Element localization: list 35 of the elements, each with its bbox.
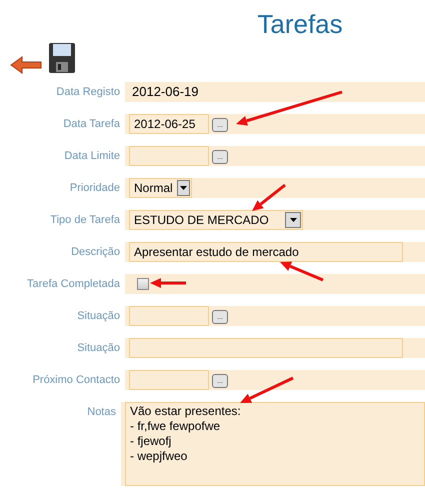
field-label: Prioridade bbox=[68, 181, 121, 196]
field-value: 2012-06-19 bbox=[131, 83, 200, 101]
caret-icon bbox=[290, 218, 296, 222]
field-label: Situação bbox=[76, 341, 121, 356]
date-field[interactable]: 2012-06-25 bbox=[129, 114, 209, 134]
field-label: Data Tarefa bbox=[62, 117, 121, 132]
dropdown-button[interactable] bbox=[176, 180, 190, 196]
select-field[interactable]: Normal bbox=[129, 178, 192, 198]
select-value: Normal bbox=[134, 180, 173, 197]
select-value: ESTUDO DE MERCADO bbox=[134, 212, 269, 229]
annotation-arrow bbox=[280, 262, 324, 282]
field-label: Próximo Contacto bbox=[32, 373, 121, 388]
field-label: Data Registo bbox=[55, 85, 121, 100]
text-field[interactable]: Apresentar estudo de mercado bbox=[129, 242, 403, 262]
page-title: Tarefas bbox=[257, 8, 343, 40]
dropdown-button[interactable] bbox=[285, 212, 301, 228]
annotation-arrow bbox=[240, 376, 294, 403]
notes-field[interactable]: Vão estar presentes: - fr,fwe fewpofwe - fjewofj - wepjfweo bbox=[125, 402, 425, 486]
field-label: Notas bbox=[86, 405, 117, 420]
field-label: Tipo de Tarefa bbox=[49, 213, 121, 228]
back-arrow-icon[interactable] bbox=[10, 56, 42, 74]
save-icon[interactable] bbox=[48, 42, 76, 74]
select-field[interactable]: ESTUDO DE MERCADO bbox=[129, 210, 303, 230]
date-field[interactable] bbox=[129, 306, 209, 326]
field-label: Descrição bbox=[70, 245, 121, 260]
date-field[interactable] bbox=[129, 146, 209, 166]
field-label: Tarefa Completada bbox=[26, 277, 121, 292]
caret-icon bbox=[180, 186, 187, 190]
field-label: Situação bbox=[76, 309, 121, 324]
checkbox[interactable] bbox=[137, 278, 149, 290]
field-label: Data Limite bbox=[63, 149, 121, 164]
annotation-arrow bbox=[150, 278, 186, 288]
text-field[interactable] bbox=[129, 338, 403, 358]
date-field[interactable] bbox=[129, 370, 209, 390]
annotation-arrow bbox=[252, 184, 286, 211]
